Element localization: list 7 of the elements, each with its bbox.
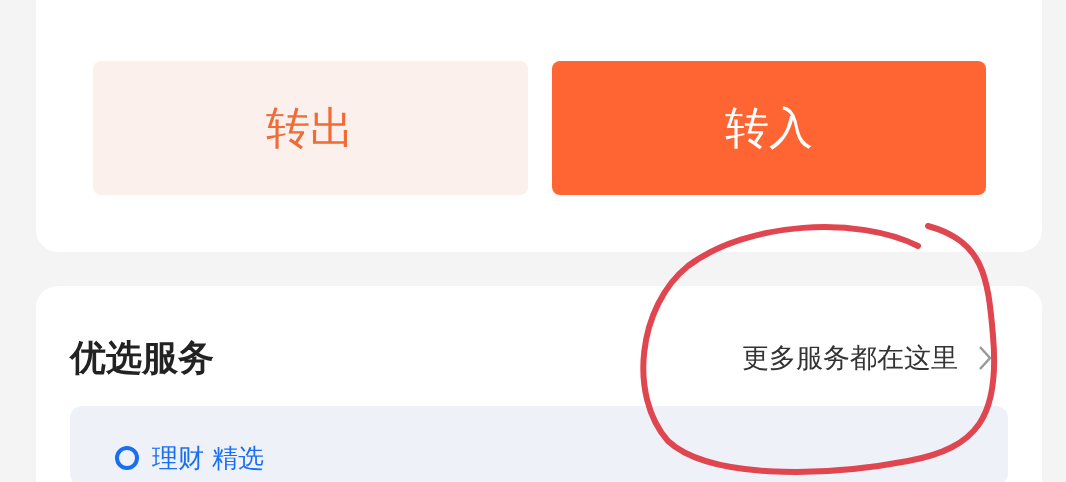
section-title: 优选服务 xyxy=(70,335,214,380)
transfer-in-button[interactable]: 转入 xyxy=(551,61,986,195)
wealth-section-tile[interactable]: 理财 精选 xyxy=(70,406,1008,482)
more-services-link[interactable]: 更多服务都在这里 xyxy=(742,340,992,376)
transfer-out-button[interactable]: 转出 xyxy=(93,61,528,195)
chevron-right-icon xyxy=(978,345,992,371)
section-label: 理财 精选 xyxy=(152,441,265,475)
